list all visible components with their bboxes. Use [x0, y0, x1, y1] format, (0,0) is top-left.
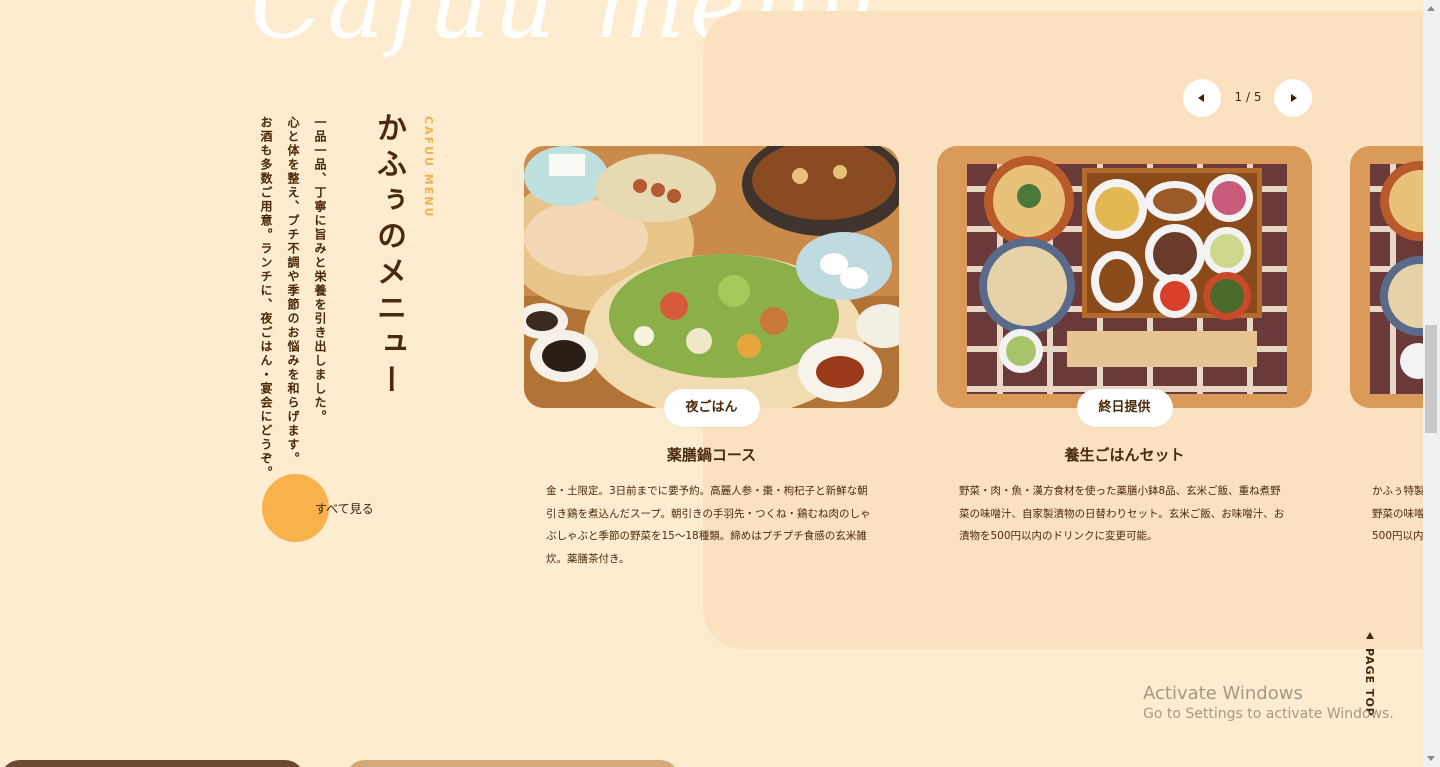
intro-line-2: 心と体を整え、プチ不調や季節のお悩みを和らげます。 [286, 116, 300, 466]
next-slide-button[interactable] [1274, 79, 1312, 117]
menu-card: 夜ごはん 薬膳鍋コース 金・土限定。3日前までに要予約。高麗人参・棗・枸杞子と新… [524, 146, 899, 565]
menu-card: 終日提供 養生ごはんセット 野菜・肉・魚・漢方食材を使った薬膳小鉢8品、玄米ご飯… [937, 146, 1312, 542]
view-all-button[interactable]: すべて見る [262, 474, 412, 544]
triangle-right-icon [1291, 94, 1297, 102]
card-title[interactable]: 薬膳鍋コース [524, 444, 899, 465]
intro-line-3: お酒も多数ご用意。ランチに、夜ごはん・宴会にどうぞ。 [259, 116, 273, 480]
section-eyebrow: CAFUU MENU [422, 116, 435, 219]
next-section-image-2 [345, 760, 680, 767]
card-description: かふぅ特製 野菜の味噌 500円以内 [1372, 485, 1423, 542]
intro-line-1: 一品一品、丁寧に旨みと栄養を引き出しました。 [313, 116, 327, 424]
wellness-set-photo[interactable] [937, 146, 1312, 408]
menu-card: かふぅ特製 野菜の味噌 500円以内 [1350, 146, 1423, 542]
section-heading: かふぅのメニュー [371, 112, 406, 400]
menu-photo-partial[interactable] [1350, 146, 1423, 408]
arrow-up-icon [1366, 632, 1374, 639]
prev-slide-button[interactable] [1183, 79, 1221, 117]
scrollbar-thumb[interactable] [1425, 325, 1437, 433]
windows-activation-watermark: Activate Windows Go to Settings to activ… [1143, 683, 1394, 722]
scroll-down-arrow-icon[interactable] [1427, 756, 1435, 761]
card-title[interactable]: 養生ごはんセット [937, 444, 1312, 465]
carousel-pager: 1 / 5 [1183, 79, 1313, 117]
triangle-left-icon [1198, 94, 1204, 102]
page-viewport: Cafuu menu CAFUU MENU かふぅのメニュー 一品一品、丁寧に旨… [0, 0, 1423, 767]
vertical-scrollbar[interactable] [1423, 0, 1440, 767]
card-badge: 夜ごはん [663, 389, 760, 427]
scroll-up-arrow-icon[interactable] [1427, 6, 1435, 11]
next-section-image-1 [0, 760, 305, 767]
watermark-line-2: Go to Settings to activate Windows. [1143, 706, 1394, 722]
card-badge: 終日提供 [1076, 389, 1173, 427]
watermark-line-1: Activate Windows [1143, 683, 1303, 704]
slide-counter: 1 / 5 [1234, 90, 1262, 104]
view-all-label: すべて見る [315, 502, 374, 516]
hotpot-course-photo[interactable] [524, 146, 899, 408]
card-description: 野菜・肉・魚・漢方食材を使った薬膳小鉢8品、玄米ご飯、重ね煮野菜の味噌汁、自家製… [959, 485, 1285, 542]
card-description: 金・土限定。3日前までに要予約。高麗人参・棗・枸杞子と新鮮な朝引き鶏を煮込んだス… [546, 485, 871, 565]
